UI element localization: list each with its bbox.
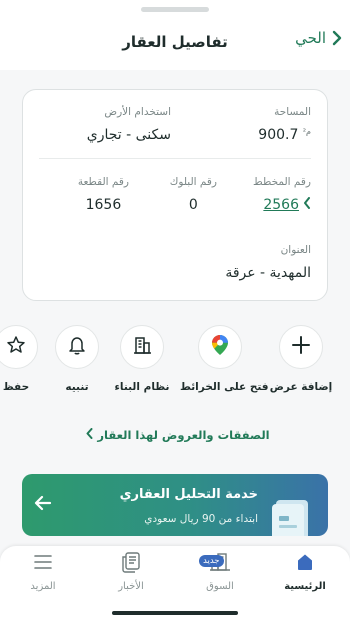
address-field: العنوان المهدية - عرقة (225, 244, 311, 281)
actions-row: إضافة عرض فتح على الخرائط نظام البناء تن… (0, 325, 350, 405)
chevron-left-icon (86, 428, 93, 442)
plan-number-field: رقم المخطط 2566 (253, 176, 311, 213)
star-icon (6, 335, 26, 359)
block-number-value: 0 (188, 197, 198, 213)
parcel-number-label: رقم القطعة (77, 176, 129, 188)
area-label: المساحة (274, 106, 311, 118)
nav-home-label: الرئيسية (284, 581, 326, 592)
top-bar: تفاصيل العقار الحي (0, 0, 350, 70)
parcel-number-value: 1656 (85, 197, 122, 213)
arrow-left-icon (34, 494, 52, 516)
home-indicator (112, 611, 238, 615)
land-use-label: استخدام الأرض (104, 106, 171, 118)
back-label: الحي (295, 29, 326, 47)
sheet-grabber[interactable] (141, 7, 209, 12)
nav-more[interactable]: المزيد (8, 553, 78, 592)
address-label: العنوان (280, 244, 311, 256)
nav-market-label: السوق (206, 581, 234, 592)
back-button[interactable]: الحي (295, 29, 342, 47)
building-icon (132, 335, 152, 359)
plan-number-value[interactable]: 2566 (263, 197, 299, 213)
new-badge: جديد (199, 555, 224, 567)
plus-icon (291, 335, 311, 359)
nav-market[interactable]: جديد السوق (185, 553, 255, 592)
open-maps-button[interactable]: فتح على الخرائط (180, 325, 269, 393)
real-estate-analysis-banner[interactable]: خدمة التحليل العقاري ابتداء من 90 ريال س… (22, 474, 328, 536)
open-maps-label: فتح على الخرائط (180, 381, 269, 393)
nav-news[interactable]: الأخبار (96, 551, 166, 592)
area-value: 900.7 (258, 127, 299, 143)
banner-title: خدمة التحليل العقاري (119, 487, 258, 502)
address-value: المهدية - عرقة (225, 265, 311, 281)
add-offer-label: إضافة عرض (269, 381, 333, 393)
menu-icon (33, 554, 53, 574)
home-icon (295, 552, 315, 576)
block-number-field: رقم البلوك 0 (170, 176, 217, 213)
document-icon (270, 498, 314, 536)
property-details-card: المساحة 900.7 م² استخدام الأرض سكنى - تج… (22, 89, 328, 301)
area-unit: م² (302, 127, 311, 136)
nav-news-label: الأخبار (118, 581, 144, 592)
news-icon (121, 551, 141, 577)
plan-number-link[interactable]: 2566 (253, 197, 311, 213)
block-number-label: رقم البلوك (169, 176, 217, 188)
area-field: المساحة 900.7 م² (258, 106, 311, 143)
plan-number-label: رقم المخطط (253, 176, 311, 188)
land-use-field: استخدام الأرض سكنى - تجاري (87, 106, 171, 143)
nav-home[interactable]: الرئيسية (270, 553, 340, 592)
parcel-number-field: رقم القطعة 1656 (78, 176, 129, 213)
map-pin-icon (211, 334, 229, 360)
deals-offers-link[interactable]: الصفقات والعروض لهذا العقار (0, 428, 350, 442)
add-offer-button[interactable]: إضافة عرض (261, 325, 341, 393)
chevron-left-icon (303, 197, 311, 213)
banner-subtitle: ابتداء من 90 ريال سعودي (144, 513, 258, 525)
save-button[interactable]: حفظ (0, 325, 56, 393)
nav-more-label: المزيد (30, 581, 56, 592)
bell-icon (68, 335, 86, 359)
land-use-value: سكنى - تجاري (86, 127, 171, 143)
save-label: حفظ (2, 381, 30, 393)
deals-offers-label: الصفقات والعروض لهذا العقار (97, 428, 270, 442)
chevron-right-icon (332, 30, 342, 46)
divider (39, 158, 311, 159)
